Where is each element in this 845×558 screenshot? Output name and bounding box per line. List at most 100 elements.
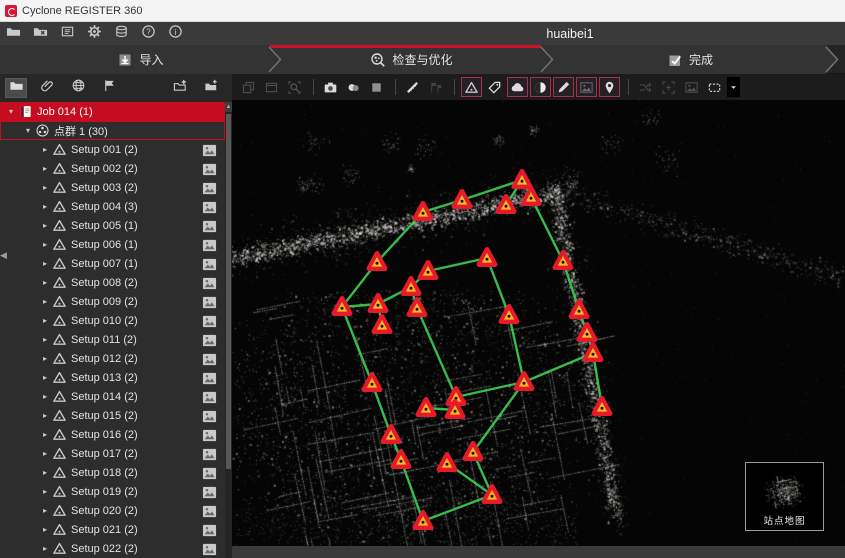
workflow-tab-2[interactable]: 检查与优化: [269, 45, 554, 74]
about-button[interactable]: i: [166, 24, 185, 43]
setup-marker-29[interactable]: [585, 345, 601, 360]
web-resources-button[interactable]: [67, 78, 89, 98]
tree-row-setup-2[interactable]: ▸Setup 002 (2): [0, 159, 225, 178]
tree-expand-arrow[interactable]: ▸: [40, 411, 50, 420]
registration-link[interactable]: [531, 197, 563, 261]
swap-links-button[interactable]: [635, 77, 656, 97]
tree-expand-arrow[interactable]: ▸: [40, 544, 50, 553]
show-tags-toggle[interactable]: [484, 77, 505, 97]
tree-expand-arrow[interactable]: ▸: [40, 316, 50, 325]
setup-marker-26[interactable]: [484, 487, 500, 502]
selection-mode-caret[interactable]: [727, 77, 740, 97]
photo-icon[interactable]: [202, 485, 217, 499]
setup-marker-21[interactable]: [516, 374, 532, 389]
tree-row-job[interactable]: ▾Job 014 (1): [0, 102, 225, 121]
workflow-tab-1[interactable]: 导入: [0, 45, 282, 74]
setup-marker-4[interactable]: [523, 189, 539, 204]
tree-row-setup-17[interactable]: ▸Setup 017 (2): [0, 444, 225, 463]
setup-marker-7[interactable]: [479, 250, 495, 265]
tree-expand-arrow[interactable]: ▸: [40, 145, 50, 154]
selection-mode-button[interactable]: [704, 77, 725, 97]
photo-icon[interactable]: [202, 390, 217, 404]
photo-icon[interactable]: [202, 466, 217, 480]
tree-expand-arrow[interactable]: ▸: [40, 506, 50, 515]
tree-expand-arrow[interactable]: ▸: [40, 335, 50, 344]
photo-icon[interactable]: [202, 219, 217, 233]
tree-row-setup-11[interactable]: ▸Setup 011 (2): [0, 330, 225, 349]
expand-region-button[interactable]: [658, 77, 679, 97]
setup-marker-13[interactable]: [409, 300, 425, 315]
tree-expand-arrow[interactable]: ▸: [40, 278, 50, 287]
setup-marker-12[interactable]: [370, 296, 386, 311]
setup-marker-22[interactable]: [383, 427, 399, 442]
photo-icon[interactable]: [202, 257, 217, 271]
registration-link[interactable]: [423, 495, 492, 521]
draw-link-toggle[interactable]: [553, 77, 574, 97]
tree-row-setup-1[interactable]: ▸Setup 001 (2): [0, 140, 225, 159]
setup-marker-16[interactable]: [374, 317, 390, 332]
tree-row-cluster[interactable]: ▾点群 1 (30): [0, 121, 225, 140]
reports-button[interactable]: [58, 24, 77, 43]
tree-row-setup-18[interactable]: ▸Setup 018 (2): [0, 463, 225, 482]
photo-icon[interactable]: [202, 409, 217, 423]
scrollbar-up-arrow[interactable]: ▲: [225, 102, 232, 112]
close-project-button[interactable]: [31, 24, 50, 43]
tree-expand-arrow[interactable]: ▸: [40, 259, 50, 268]
sidebar-collapse-handle[interactable]: ◀: [0, 250, 7, 261]
photo-icon[interactable]: [202, 371, 217, 385]
tree-expand-arrow[interactable]: ▸: [40, 525, 50, 534]
tree-row-setup-15[interactable]: ▸Setup 015 (2): [0, 406, 225, 425]
tree-expand-arrow[interactable]: ▸: [40, 373, 50, 382]
setup-marker-18[interactable]: [418, 400, 434, 415]
setup-marker-30[interactable]: [594, 399, 610, 414]
setup-marker-6[interactable]: [555, 253, 571, 268]
photo-icon[interactable]: [202, 504, 217, 518]
measure-button[interactable]: [402, 77, 423, 97]
setup-marker-17[interactable]: [364, 375, 380, 390]
flags-button[interactable]: [425, 77, 446, 97]
tree-row-setup-3[interactable]: ▸Setup 003 (2): [0, 178, 225, 197]
sitemap-viewport[interactable]: 站点地图: [232, 100, 845, 546]
show-setups-toggle[interactable]: [461, 77, 482, 97]
setup-marker-9[interactable]: [420, 263, 436, 278]
registration-link[interactable]: [417, 308, 456, 397]
setup-marker-2[interactable]: [454, 192, 470, 207]
registration-link[interactable]: [401, 460, 423, 521]
photo-icon[interactable]: [202, 447, 217, 461]
help-button[interactable]: ?: [139, 24, 158, 43]
photo-icon[interactable]: [202, 143, 217, 157]
tree-expand-arrow[interactable]: ▸: [40, 240, 50, 249]
screenshot-button[interactable]: [320, 77, 341, 97]
setup-marker-23[interactable]: [393, 452, 409, 467]
project-explorer-button[interactable]: [5, 78, 27, 98]
tree-expand-arrow[interactable]: ▸: [40, 468, 50, 477]
zoom-window-button[interactable]: [284, 77, 305, 97]
tree-expand-arrow[interactable]: ▸: [40, 164, 50, 173]
photo-icon[interactable]: [202, 333, 217, 347]
tree-expand-arrow[interactable]: ▾: [23, 126, 33, 135]
photo-icon[interactable]: [202, 542, 217, 556]
photo-icon[interactable]: [202, 295, 217, 309]
show-images-toggle[interactable]: [576, 77, 597, 97]
tree-expand-arrow[interactable]: ▸: [40, 430, 50, 439]
new-bundle-button[interactable]: [169, 78, 191, 98]
photo-icon[interactable]: [202, 428, 217, 442]
setup-marker-5[interactable]: [498, 197, 514, 212]
tree-row-setup-10[interactable]: ▸Setup 010 (2): [0, 311, 225, 330]
pano-image-button[interactable]: [681, 77, 702, 97]
setup-marker-27[interactable]: [415, 513, 431, 528]
registration-link[interactable]: [342, 307, 372, 383]
tree-row-setup-7[interactable]: ▸Setup 007 (1): [0, 254, 225, 273]
photo-icon[interactable]: [202, 162, 217, 176]
setup-marker-3[interactable]: [514, 172, 530, 187]
workflow-tab-3[interactable]: 完成: [541, 45, 839, 74]
photo-icon[interactable]: [202, 276, 217, 290]
tree-row-setup-5[interactable]: ▸Setup 005 (1): [0, 216, 225, 235]
tree-row-setup-22[interactable]: ▸Setup 022 (2): [0, 539, 225, 558]
tree-expand-arrow[interactable]: ▸: [40, 487, 50, 496]
tree-expand-arrow[interactable]: ▸: [40, 297, 50, 306]
photo-icon[interactable]: [202, 181, 217, 195]
show-cloud-toggle[interactable]: [507, 77, 528, 97]
tree-row-setup-12[interactable]: ▸Setup 012 (2): [0, 349, 225, 368]
tree-row-setup-16[interactable]: ▸Setup 016 (2): [0, 425, 225, 444]
